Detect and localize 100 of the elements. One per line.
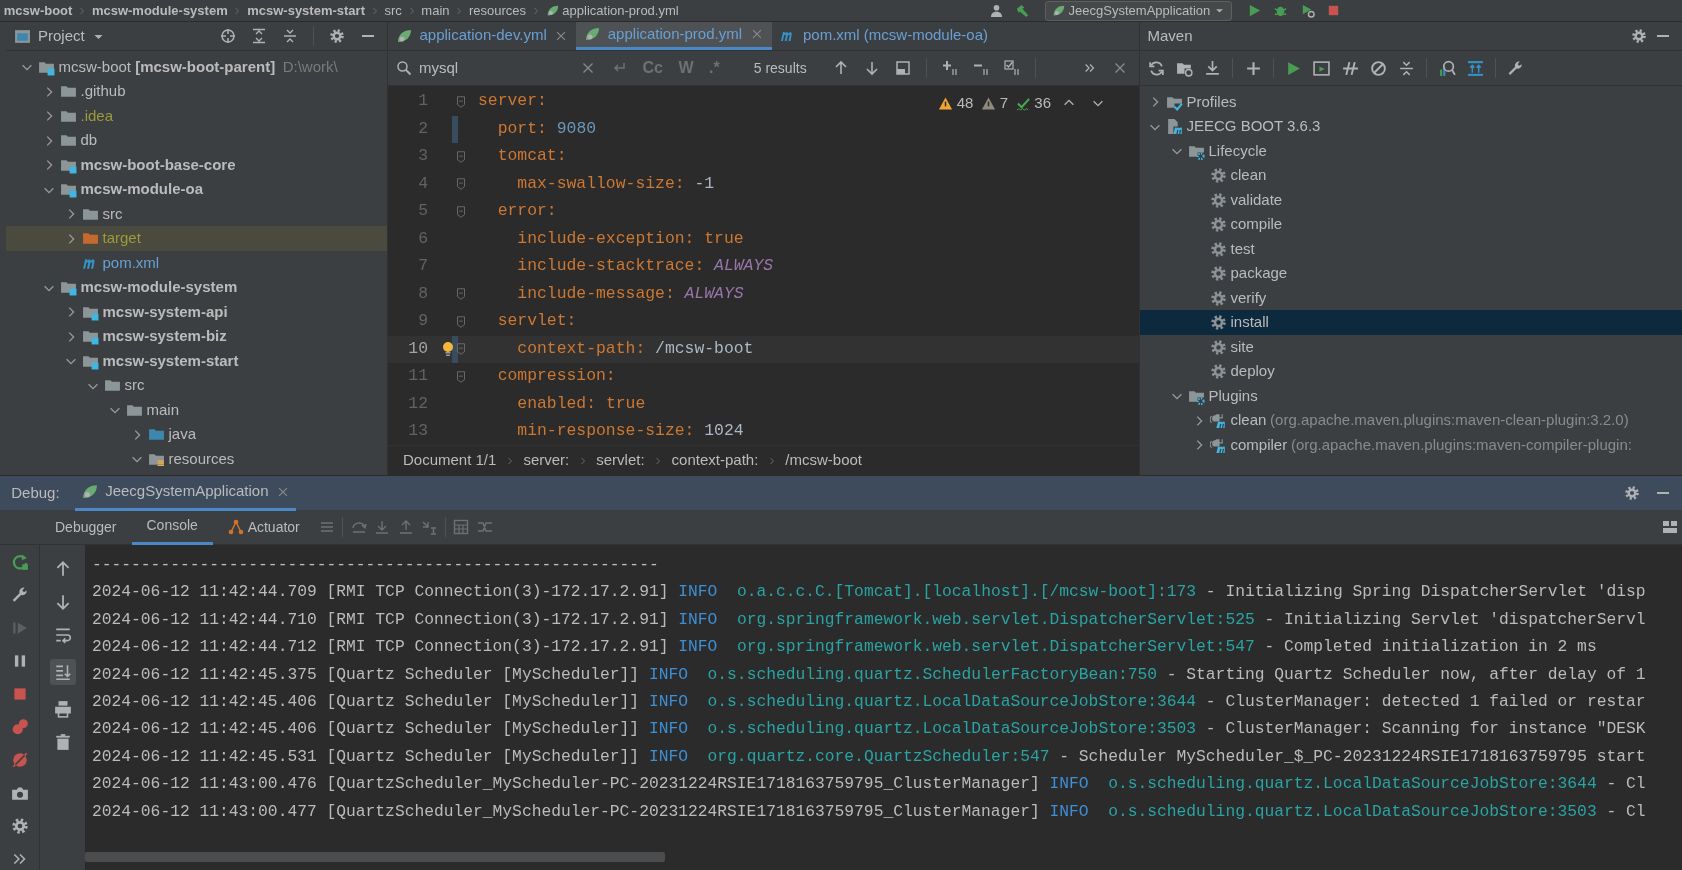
wrench-icon[interactable] — [1507, 59, 1525, 77]
tree-item[interactable]: Lifecycle — [1140, 138, 1682, 164]
tree-item[interactable]: pom.xml — [6, 250, 387, 276]
breadcrumb-item[interactable]: resources — [469, 0, 527, 21]
tab[interactable]: Actuator — [212, 509, 315, 545]
settings-icon[interactable] — [328, 28, 345, 44]
tree-item[interactable]: .idea — [6, 103, 387, 129]
tree-item[interactable]: verify — [1140, 285, 1682, 311]
step-over-icon[interactable] — [350, 519, 367, 535]
tree-item[interactable]: JEECG BOOT 3.6.3 — [1140, 114, 1682, 139]
tree-item[interactable]: validate — [1140, 187, 1682, 213]
fold-icon[interactable] — [454, 204, 468, 219]
breadcrumb-item[interactable]: context-path: — [671, 449, 759, 472]
editor-tab[interactable]: application-dev.yml — [388, 22, 577, 50]
breadcrumb-item[interactable]: src — [384, 0, 402, 21]
run-icon[interactable] — [1247, 3, 1262, 18]
user-icon[interactable] — [988, 3, 1004, 18]
bulb-icon[interactable] — [440, 341, 456, 358]
inspection-counter[interactable]: 7 — [980, 92, 1009, 115]
hammer-icon[interactable] — [1014, 3, 1030, 18]
menu-icon[interactable] — [318, 519, 335, 535]
soft-wrap-icon[interactable] — [53, 626, 72, 644]
skip-icon[interactable] — [1369, 59, 1387, 77]
locate-icon[interactable] — [219, 28, 236, 44]
fold-icon[interactable] — [454, 369, 468, 384]
tree-item[interactable]: deploy — [1140, 359, 1682, 384]
breadcrumb-item[interactable]: application-prod.yml — [562, 0, 679, 21]
breakpoints-icon[interactable] — [10, 717, 29, 736]
tree-item[interactable]: clean — [1140, 163, 1682, 188]
run-to-cursor-icon[interactable] — [421, 519, 437, 535]
breadcrumb-item[interactable]: main — [421, 0, 450, 21]
plus-icon[interactable] — [1244, 59, 1262, 77]
tree-item[interactable]: test — [1140, 236, 1682, 262]
add-selection-icon[interactable] — [941, 60, 958, 76]
tree-item[interactable]: compile — [1140, 212, 1682, 237]
tree-item[interactable]: mcsw-system-start — [6, 348, 387, 374]
tree-item[interactable]: package — [1140, 261, 1682, 286]
tree-item[interactable]: src — [6, 201, 387, 227]
editor-tab[interactable]: application-prod.yml — [576, 22, 772, 50]
tree-item[interactable]: mcsw-module-oa — [6, 177, 387, 202]
rerun-icon[interactable] — [10, 552, 29, 571]
tree-item[interactable]: main — [6, 397, 387, 423]
refresh-icon[interactable] — [1147, 59, 1165, 77]
inspection-counter[interactable]: 48 — [938, 92, 974, 115]
fold-icon[interactable] — [454, 94, 468, 109]
select-all-icon[interactable] — [1003, 60, 1020, 76]
collapse-all-icon[interactable] — [281, 28, 298, 44]
editor-tab[interactable]: pom.xml (mcsw-module-oa) — [771, 22, 997, 50]
scroll-to-end-icon[interactable] — [53, 663, 72, 681]
run-config-dropdown[interactable]: JeecgSystemApplication — [1044, 0, 1232, 21]
tab[interactable]: Debugger — [40, 509, 132, 545]
trash-icon[interactable] — [53, 733, 72, 751]
tree-item[interactable]: target — [6, 226, 387, 251]
tree-item[interactable]: mcsw-boot-base-core — [6, 152, 387, 178]
tree-item[interactable]: src — [6, 373, 387, 398]
step-into-icon[interactable] — [374, 519, 390, 535]
tree-item[interactable]: Plugins — [1140, 383, 1682, 409]
expand-all-icon[interactable] — [250, 28, 267, 44]
settings-icon[interactable] — [1631, 28, 1648, 44]
tree-item[interactable]: mcsw-system-api — [6, 299, 387, 325]
fold-icon[interactable] — [454, 177, 468, 192]
panel-title-dropdown[interactable]: Project — [13, 24, 106, 48]
inspection-counter[interactable]: 36 — [1015, 92, 1051, 115]
tree-item[interactable]: mcsw-boot [mcsw-boot-parent] D:\work\ — [6, 54, 387, 80]
tree-item[interactable]: install — [1140, 310, 1682, 335]
tree-item[interactable]: mcsw-system-biz — [6, 324, 387, 349]
breadcrumb-item[interactable]: mcsw-boot — [3, 0, 73, 21]
fold-icon[interactable] — [454, 314, 468, 329]
fold-icon[interactable] — [454, 287, 468, 302]
tree-item[interactable]: db — [6, 128, 387, 153]
collapse-all-icon[interactable] — [1398, 59, 1415, 77]
breadcrumb-item[interactable]: Document 1/1 — [403, 449, 497, 472]
analyze-icon[interactable] — [1438, 59, 1456, 77]
step-out-icon[interactable] — [397, 519, 414, 535]
tree-item[interactable]: Profiles — [1140, 89, 1682, 115]
search-field[interactable]: mysql — [419, 56, 569, 80]
tree-item[interactable]: .github — [6, 79, 387, 104]
run-icon[interactable] — [1285, 59, 1302, 77]
settings-icon[interactable] — [1623, 485, 1640, 501]
tree-item[interactable]: clean (org.apache.maven.plugins:maven-clean-plugin:3.2.0) — [1140, 408, 1682, 433]
breadcrumb-item[interactable]: servlet: — [596, 449, 645, 472]
down-arrow-icon[interactable] — [863, 60, 880, 76]
run-window-icon[interactable] — [1313, 59, 1331, 77]
settings-icon[interactable] — [10, 816, 29, 835]
trace-icon[interactable] — [476, 519, 493, 535]
breadcrumb-item[interactable]: /mcsw-boot — [785, 449, 862, 472]
tree-item[interactable]: java — [6, 422, 387, 447]
evaluate-icon[interactable] — [453, 519, 469, 535]
download-icon[interactable] — [1204, 59, 1221, 77]
dependencies-icon[interactable] — [1466, 59, 1484, 77]
breadcrumb-item[interactable]: mcsw-module-system — [91, 0, 228, 21]
fold-icon[interactable] — [454, 149, 468, 164]
breadcrumb-item[interactable]: server: — [523, 449, 570, 472]
tree-item[interactable]: resources — [6, 446, 387, 472]
tree-item[interactable]: site — [1140, 334, 1682, 360]
filter-icon[interactable] — [894, 60, 911, 76]
layout-icon[interactable] — [1662, 519, 1679, 535]
wrench-icon[interactable] — [10, 585, 29, 604]
tree-item[interactable]: compiler (org.apache.maven.plugins:maven-compiler-plugin: — [1140, 432, 1682, 458]
tree-item[interactable]: mcsw-module-system — [6, 275, 387, 300]
